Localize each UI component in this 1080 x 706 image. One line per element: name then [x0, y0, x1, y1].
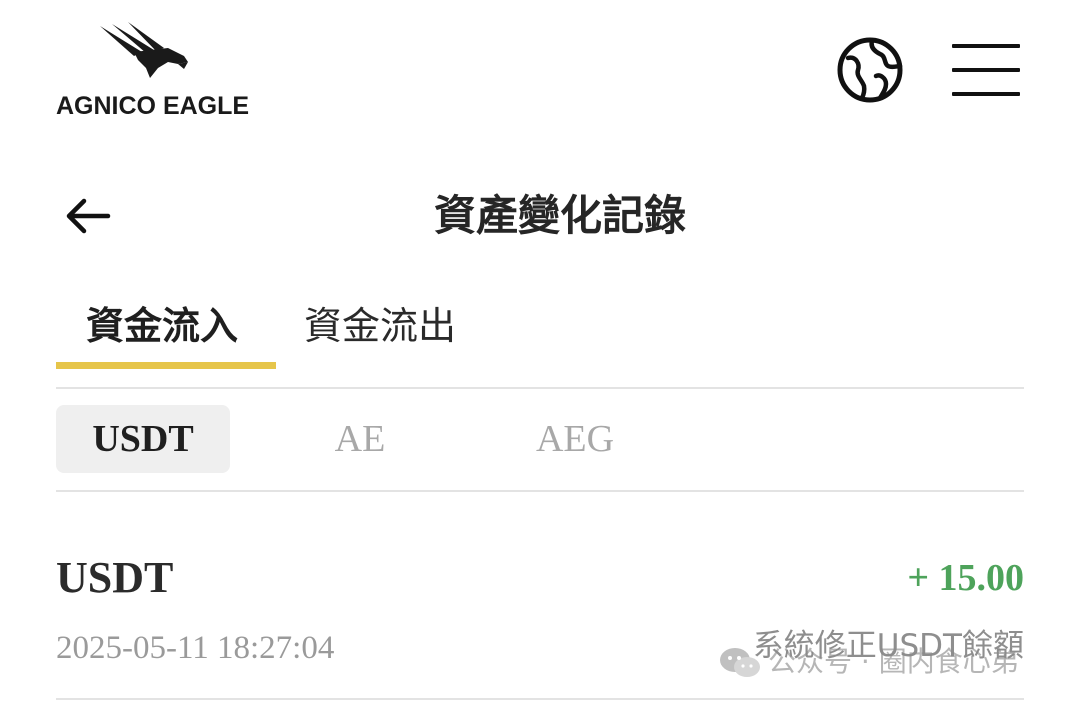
- currency-chip-aeg[interactable]: AEG: [510, 405, 640, 473]
- hamburger-menu-button[interactable]: [950, 40, 1024, 100]
- company-logo[interactable]: AGNICO EAGLE: [56, 18, 256, 128]
- tabs-divider: [56, 387, 1024, 389]
- record-timestamp: 2025-05-11 18:27:04: [56, 630, 335, 666]
- menu-bar-bottom: [952, 92, 1020, 96]
- currency-chip-usdt[interactable]: USDT: [56, 405, 230, 473]
- watermark-text: 公众号 · 圈内食心弟: [768, 645, 1019, 678]
- record-divider: [56, 698, 1024, 700]
- flow-tabs: 資金流入 資金流出: [56, 290, 1024, 390]
- logo-wordmark: AGNICO EAGLE: [56, 92, 250, 120]
- page-title: 資產變化記錄: [433, 191, 686, 240]
- record-amount: + 15.00: [907, 557, 1024, 599]
- menu-bar-top: [952, 44, 1020, 48]
- back-button[interactable]: [60, 190, 116, 242]
- active-tab-indicator: [56, 362, 276, 369]
- app-header: AGNICO EAGLE: [0, 0, 1080, 150]
- record-currency: USDT: [56, 553, 174, 602]
- currency-chip-ae[interactable]: AE: [300, 405, 420, 473]
- tab-funds-outflow[interactable]: 資金流出: [304, 298, 456, 354]
- arrow-left-icon: [66, 198, 111, 234]
- wechat-icon: [720, 648, 760, 677]
- filter-divider: [56, 490, 1024, 492]
- globe-icon: [837, 37, 903, 103]
- eagle-logo-icon: [100, 22, 188, 78]
- tab-funds-inflow[interactable]: 資金流入: [86, 298, 238, 354]
- language-button[interactable]: [836, 36, 904, 104]
- menu-bar-middle: [952, 68, 1020, 72]
